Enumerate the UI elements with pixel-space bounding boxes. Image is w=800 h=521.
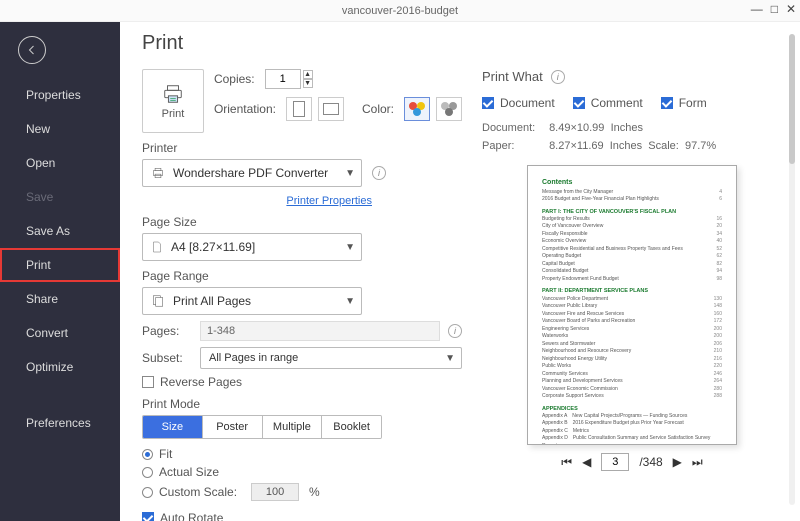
minimize-button[interactable]: — [751,2,763,16]
page-range-section-label: Page Range [142,269,462,283]
printer-select[interactable]: Wondershare PDF Converter ▼ [142,159,362,187]
window-title: vancouver-2016-budget [342,5,458,17]
sidebar-item-save: Save [0,180,120,214]
pager-last[interactable]: ⏭ [692,455,703,470]
page-range-selected: Print All Pages [173,294,251,308]
orientation-label: Orientation: [214,102,276,116]
print-action-tile[interactable]: Print [142,69,204,133]
print-tile-label: Print [162,108,185,120]
pages-value: 1-348 [200,321,440,341]
color-mode-gray[interactable] [436,97,462,121]
info-icon[interactable]: i [372,166,386,180]
color-label: Color: [362,102,394,116]
maximize-button[interactable]: □ [771,2,778,16]
sidebar-item-properties[interactable]: Properties [0,78,120,112]
print-what-form[interactable]: Form [661,96,707,110]
main-panel: Print Print Copies: ▲▼ [120,22,800,521]
custom-scale-value: 100 [251,483,299,501]
print-what-comment[interactable]: Comment [573,96,643,110]
custom-scale-radio[interactable]: Custom Scale: 100 % [142,483,462,501]
pages-label: Pages: [142,324,192,338]
print-mode-tab-poster[interactable]: Poster [203,416,263,438]
printer-icon [160,83,186,105]
print-mode-tab-booklet[interactable]: Booklet [322,416,381,438]
preview-pager: ⏮ ◀ /348 ▶ ⏭ [482,453,782,471]
page-size-select[interactable]: A4 [8.27×11.69] ▼ [142,233,362,261]
auto-rotate-checkbox[interactable]: Auto Rotate [142,511,462,521]
pager-current-input[interactable] [601,453,629,471]
orientation-portrait[interactable] [286,97,312,121]
printer-icon [151,166,165,180]
print-mode-tabs: SizePosterMultipleBooklet [142,415,382,439]
print-mode-tab-size[interactable]: Size [143,416,203,438]
vertical-scrollbar[interactable] [786,22,798,517]
page-range-select[interactable]: Print All Pages ▼ [142,287,362,315]
sidebar-item-share[interactable]: Share [0,282,120,316]
sidebar-item-print[interactable]: Print [0,248,120,282]
info-icon[interactable]: i [448,324,462,338]
page-icon [151,240,163,254]
subset-select[interactable]: All Pages in range ▼ [200,347,462,369]
pager-first[interactable]: ⏮ [561,455,572,470]
subset-label: Subset: [142,351,192,365]
back-button[interactable] [18,36,46,64]
sidebar: PropertiesNewOpenSaveSave AsPrintShareCo… [0,22,120,521]
print-mode-tab-multiple[interactable]: Multiple [263,416,323,438]
fit-radio[interactable]: Fit [142,447,462,461]
pager-prev[interactable]: ◀ [582,455,591,469]
print-what-document[interactable]: Document [482,96,555,110]
pager-total: /348 [639,455,662,469]
sidebar-item-new[interactable]: New [0,112,120,146]
copies-stepper[interactable]: ▲▼ [265,69,313,89]
printer-section-label: Printer [142,141,462,155]
printer-properties-link[interactable]: Printer Properties [142,195,372,207]
actual-size-radio[interactable]: Actual Size [142,465,462,479]
chevron-down-icon: ▼ [345,168,355,179]
dimensions-readout: Document: 8.49×10.99 Inches Paper: 8.27×… [482,120,782,155]
page-preview: ContentsMessage from the City Manager420… [527,165,737,445]
info-icon[interactable]: i [551,70,565,84]
titlebar: vancouver-2016-budget — □ ✕ [0,0,800,22]
chevron-down-icon: ▼ [345,296,355,307]
chevron-down-icon: ▼ [445,353,455,364]
orientation-landscape[interactable] [318,97,344,121]
print-what-title: Print What [482,69,543,84]
reverse-pages-checkbox[interactable]: Reverse Pages [142,375,462,389]
pager-next[interactable]: ▶ [673,455,682,469]
copies-up[interactable]: ▲ [303,70,313,79]
copies-down[interactable]: ▼ [303,79,313,88]
sidebar-item-open[interactable]: Open [0,146,120,180]
close-button[interactable]: ✕ [786,2,796,16]
copies-input[interactable] [265,69,301,89]
copies-label: Copies: [214,72,255,86]
subset-selected: All Pages in range [209,352,298,364]
sidebar-item-save-as[interactable]: Save As [0,214,120,248]
sidebar-item-convert[interactable]: Convert [0,316,120,350]
color-mode-color[interactable] [404,97,430,121]
sidebar-item-preferences[interactable]: Preferences [0,406,120,440]
printer-selected: Wondershare PDF Converter [173,166,328,180]
print-mode-section-label: Print Mode [142,397,462,411]
sidebar-item-optimize[interactable]: Optimize [0,350,120,384]
pages-icon [151,294,165,308]
page-size-section-label: Page Size [142,215,462,229]
page-title: Print [142,32,782,55]
page-size-selected: A4 [8.27×11.69] [171,240,255,254]
chevron-down-icon: ▼ [345,242,355,253]
